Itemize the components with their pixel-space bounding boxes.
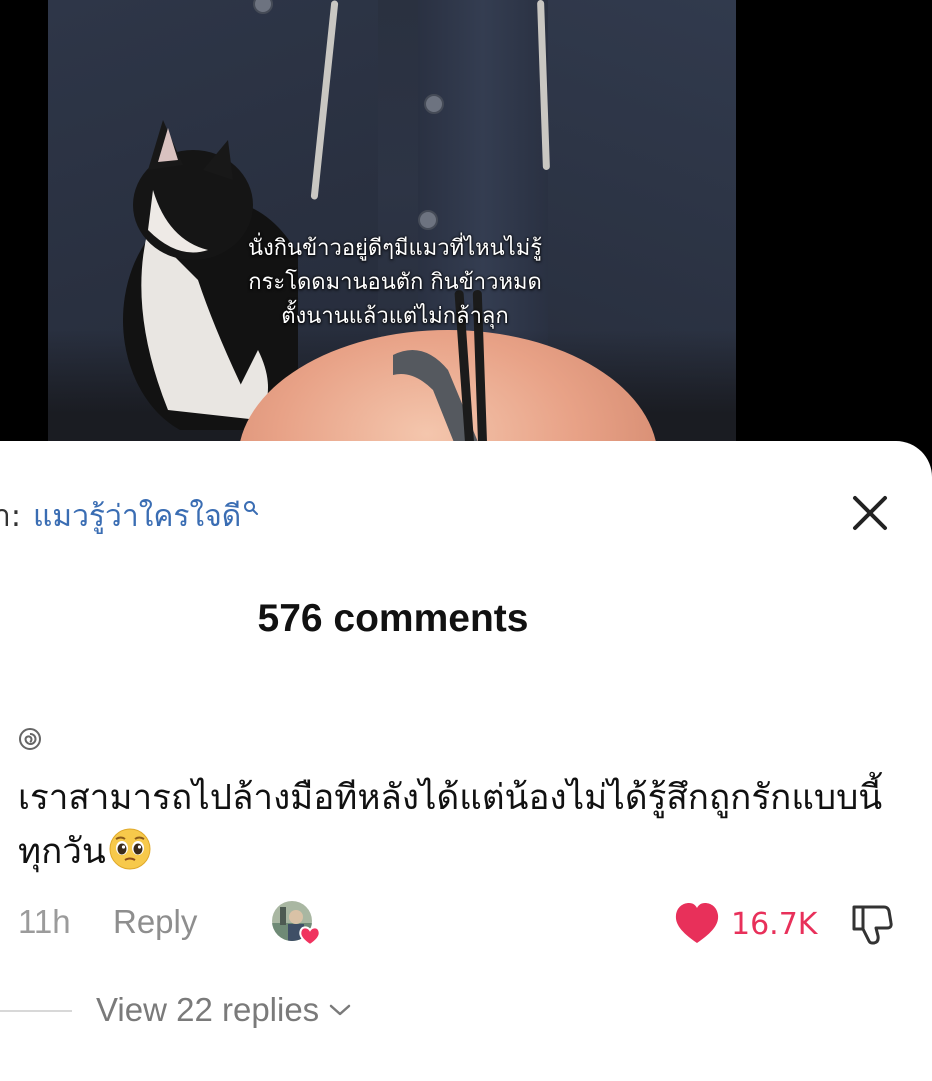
view-replies-row: View 22 replies [0,989,932,1033]
comment-count: 576 comments [257,597,529,640]
like-count: 16.7K [731,907,818,942]
jacket-button [424,94,444,114]
creator-liked-avatar[interactable] [270,899,322,947]
search-term[interactable]: แมวรู้ว่าใครใจดี [33,493,241,540]
replies-divider [0,1010,72,1012]
search-icon[interactable] [243,500,259,516]
heart-icon[interactable] [673,901,721,945]
comments-sheet: า: แมวรู้ว่าใครใจดี 576 comments เราสามา… [0,441,932,1081]
caption-line: นั่งกินข้าวอยู่ดีๆมีแมวที่ไหนไม่รู้ [247,236,543,261]
reply-button[interactable]: Reply [113,903,197,941]
search-prefix: า: [0,498,21,534]
jacket-button [418,210,438,230]
pleading-face-emoji [109,828,151,870]
comment-time: 11h [18,903,71,940]
video-player[interactable]: นั่งกินข้าวอยู่ดีๆมีแมวที่ไหนไม่รู้ กระโ… [0,0,932,470]
close-icon[interactable] [846,489,894,537]
caption-line: กระโดดมานอนตัก กินข้าวหมด [248,270,542,295]
view-replies-label: View 22 replies [96,991,320,1028]
related-search-link[interactable]: า: แมวรู้ว่าใครใจดี [0,496,259,536]
thumbs-down-icon[interactable] [848,899,896,947]
chevron-down-icon [329,1004,351,1016]
view-replies-button[interactable]: View 22 replies [96,991,351,1029]
comment-meta: 11h Reply 16.7K [18,897,918,947]
caption-line: ตั้งนานแล้วแต่ไม่กล้าลุก [281,304,509,329]
spiral-badge-icon [19,728,41,750]
comment-body: เราสามารถไปล้างมือทีหลังได้แต่น้องไม่ได้… [18,771,898,879]
video-caption: นั่งกินข้าวอยู่ดีๆมีแมวที่ไหนไม่รู้ กระโ… [100,232,690,334]
